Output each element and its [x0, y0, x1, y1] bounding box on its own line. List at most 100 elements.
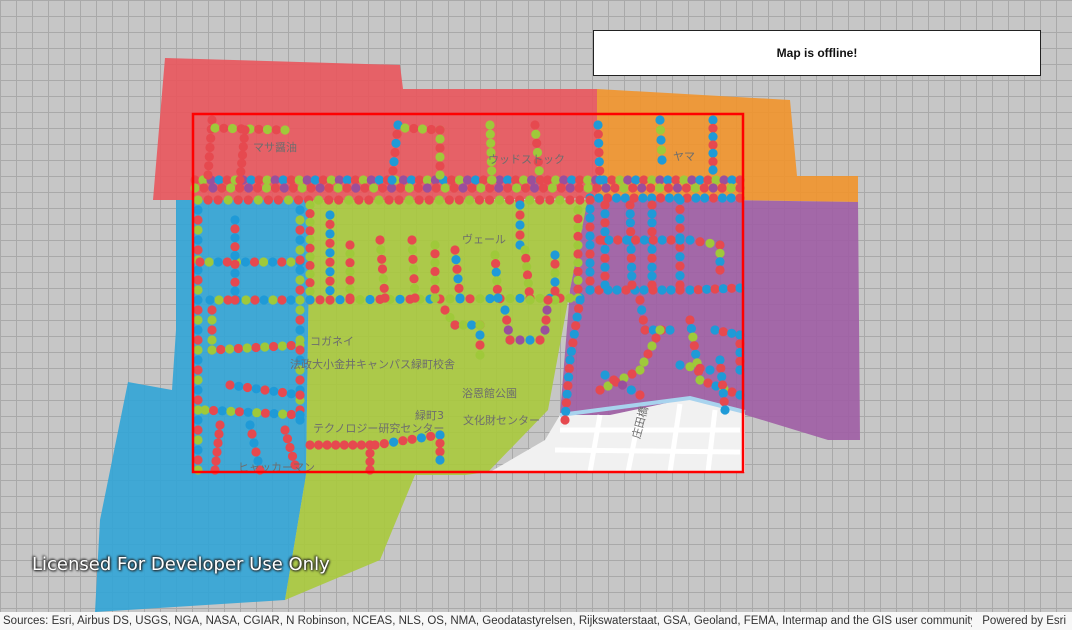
point-feature[interactable]: [445, 312, 455, 323]
point-feature[interactable]: [657, 235, 667, 245]
point-feature[interactable]: [365, 294, 375, 305]
point-feature[interactable]: [564, 372, 574, 382]
point-feature[interactable]: [280, 125, 290, 135]
point-feature[interactable]: [595, 166, 605, 176]
point-feature[interactable]: [249, 257, 260, 267]
point-feature[interactable]: [394, 195, 404, 205]
point-feature[interactable]: [511, 183, 522, 193]
point-feature[interactable]: [252, 183, 263, 193]
point-feature[interactable]: [491, 267, 501, 277]
point-feature[interactable]: [604, 235, 614, 245]
point-feature[interactable]: [237, 150, 248, 160]
point-feature[interactable]: [446, 175, 457, 185]
point-feature[interactable]: [430, 275, 440, 285]
point-feature[interactable]: [440, 183, 450, 193]
point-feature[interactable]: [685, 362, 695, 372]
point-feature[interactable]: [675, 235, 685, 245]
point-feature[interactable]: [562, 389, 572, 399]
point-feature[interactable]: [214, 429, 224, 439]
point-feature[interactable]: [294, 175, 304, 185]
point-feature[interactable]: [379, 283, 389, 293]
point-feature[interactable]: [251, 384, 261, 394]
point-feature[interactable]: [305, 200, 315, 210]
point-feature[interactable]: [647, 253, 657, 263]
point-feature[interactable]: [718, 327, 728, 337]
point-feature[interactable]: [531, 129, 541, 139]
point-feature[interactable]: [720, 405, 730, 415]
point-feature[interactable]: [230, 277, 240, 287]
point-feature[interactable]: [225, 380, 235, 390]
point-feature[interactable]: [234, 407, 245, 417]
point-feature[interactable]: [297, 183, 307, 193]
point-feature[interactable]: [600, 200, 610, 210]
point-feature[interactable]: [647, 262, 657, 272]
point-feature[interactable]: [491, 259, 501, 269]
point-feature[interactable]: [209, 405, 219, 416]
point-feature[interactable]: [715, 355, 725, 365]
point-feature[interactable]: [295, 265, 305, 275]
point-feature[interactable]: [686, 324, 697, 334]
point-feature[interactable]: [572, 312, 582, 322]
point-feature[interactable]: [360, 183, 370, 193]
point-feature[interactable]: [711, 175, 721, 185]
point-feature[interactable]: [703, 378, 713, 388]
point-feature[interactable]: [691, 193, 701, 203]
point-feature[interactable]: [295, 275, 305, 285]
point-feature[interactable]: [475, 340, 485, 350]
point-feature[interactable]: [453, 274, 463, 284]
point-feature[interactable]: [450, 320, 460, 330]
point-feature[interactable]: [700, 193, 710, 203]
point-feature[interactable]: [435, 170, 445, 180]
point-feature[interactable]: [474, 195, 484, 205]
point-feature[interactable]: [434, 195, 444, 205]
point-feature[interactable]: [235, 183, 245, 193]
point-feature[interactable]: [486, 138, 496, 148]
point-feature[interactable]: [315, 183, 325, 193]
point-feature[interactable]: [715, 257, 725, 267]
point-feature[interactable]: [193, 375, 203, 385]
point-feature[interactable]: [708, 115, 718, 125]
point-feature[interactable]: [566, 346, 577, 356]
point-feature[interactable]: [550, 259, 560, 269]
point-feature[interactable]: [230, 268, 240, 278]
point-feature[interactable]: [555, 195, 565, 205]
point-feature[interactable]: [233, 195, 243, 205]
point-feature[interactable]: [525, 195, 535, 205]
point-feature[interactable]: [435, 447, 445, 457]
point-feature[interactable]: [585, 204, 595, 214]
point-feature[interactable]: [230, 215, 240, 225]
point-feature[interactable]: [243, 195, 253, 205]
point-feature[interactable]: [535, 335, 545, 345]
point-feature[interactable]: [331, 440, 341, 450]
point-feature[interactable]: [193, 435, 203, 445]
point-feature[interactable]: [705, 365, 715, 375]
point-feature[interactable]: [193, 225, 203, 235]
point-feature[interactable]: [193, 365, 203, 375]
point-feature[interactable]: [449, 183, 459, 193]
point-feature[interactable]: [302, 175, 312, 185]
point-feature[interactable]: [647, 280, 657, 290]
point-feature[interactable]: [565, 293, 575, 303]
point-feature[interactable]: [515, 230, 525, 240]
point-feature[interactable]: [467, 183, 477, 193]
point-feature[interactable]: [595, 385, 605, 395]
point-feature[interactable]: [568, 338, 578, 348]
point-feature[interactable]: [286, 175, 296, 185]
point-feature[interactable]: [230, 295, 240, 305]
point-feature[interactable]: [656, 145, 667, 155]
point-feature[interactable]: [543, 295, 553, 305]
point-feature[interactable]: [378, 274, 388, 284]
point-feature[interactable]: [574, 304, 584, 314]
point-feature[interactable]: [475, 350, 485, 360]
point-feature[interactable]: [235, 175, 245, 185]
point-feature[interactable]: [492, 284, 502, 294]
point-feature[interactable]: [675, 271, 685, 281]
point-feature[interactable]: [407, 245, 418, 255]
point-feature[interactable]: [575, 175, 585, 185]
point-feature[interactable]: [374, 195, 384, 205]
point-feature[interactable]: [693, 285, 703, 295]
point-feature[interactable]: [306, 183, 316, 193]
point-feature[interactable]: [535, 195, 545, 205]
point-feature[interactable]: [458, 320, 468, 330]
point-feature[interactable]: [286, 409, 296, 420]
